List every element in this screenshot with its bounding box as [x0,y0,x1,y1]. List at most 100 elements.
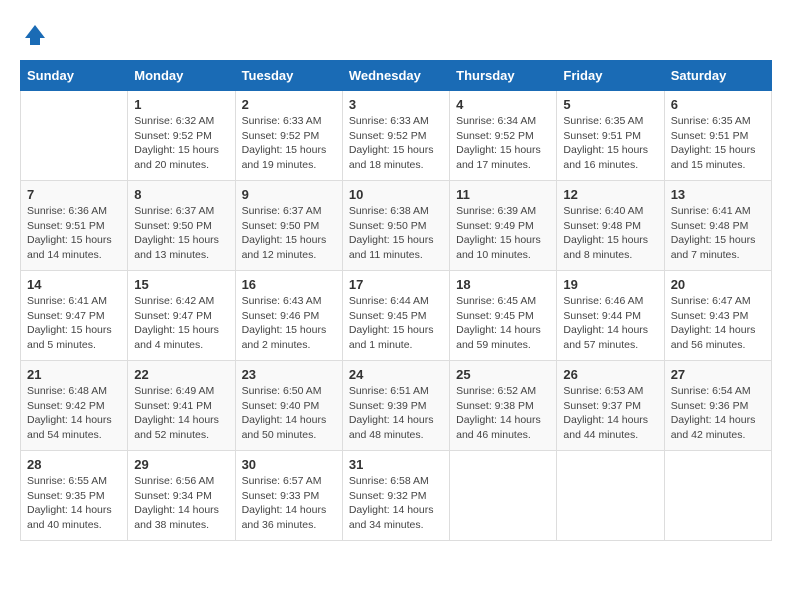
calendar-cell [664,451,771,541]
calendar-cell: 2 Sunrise: 6:33 AM Sunset: 9:52 PM Daylig… [235,91,342,181]
day-number: 9 [242,187,336,202]
day-number: 31 [349,457,443,472]
cell-info: Sunrise: 6:53 AM Sunset: 9:37 PM Dayligh… [563,384,657,443]
cell-info: Sunrise: 6:49 AM Sunset: 9:41 PM Dayligh… [134,384,228,443]
cell-info: Sunrise: 6:34 AM Sunset: 9:52 PM Dayligh… [456,114,550,173]
calendar-cell: 6 Sunrise: 6:35 AM Sunset: 9:51 PM Daylig… [664,91,771,181]
day-number: 15 [134,277,228,292]
cell-info: Sunrise: 6:47 AM Sunset: 9:43 PM Dayligh… [671,294,765,353]
logo-icon [20,20,50,50]
day-number: 14 [27,277,121,292]
cell-info: Sunrise: 6:35 AM Sunset: 9:51 PM Dayligh… [671,114,765,173]
day-header-thursday: Thursday [450,61,557,91]
cell-info: Sunrise: 6:57 AM Sunset: 9:33 PM Dayligh… [242,474,336,533]
calendar-cell: 8 Sunrise: 6:37 AM Sunset: 9:50 PM Daylig… [128,181,235,271]
day-number: 24 [349,367,443,382]
calendar-cell: 13 Sunrise: 6:41 AM Sunset: 9:48 PM Dayli… [664,181,771,271]
cell-info: Sunrise: 6:56 AM Sunset: 9:34 PM Dayligh… [134,474,228,533]
calendar-cell: 5 Sunrise: 6:35 AM Sunset: 9:51 PM Daylig… [557,91,664,181]
day-number: 30 [242,457,336,472]
calendar-cell: 22 Sunrise: 6:49 AM Sunset: 9:41 PM Dayli… [128,361,235,451]
day-number: 3 [349,97,443,112]
cell-info: Sunrise: 6:46 AM Sunset: 9:44 PM Dayligh… [563,294,657,353]
calendar-cell: 26 Sunrise: 6:53 AM Sunset: 9:37 PM Dayli… [557,361,664,451]
day-number: 19 [563,277,657,292]
cell-info: Sunrise: 6:52 AM Sunset: 9:38 PM Dayligh… [456,384,550,443]
day-number: 10 [349,187,443,202]
header [20,20,772,50]
cell-info: Sunrise: 6:58 AM Sunset: 9:32 PM Dayligh… [349,474,443,533]
logo [20,20,54,50]
day-number: 18 [456,277,550,292]
calendar-cell: 21 Sunrise: 6:48 AM Sunset: 9:42 PM Dayli… [21,361,128,451]
week-row-2: 7 Sunrise: 6:36 AM Sunset: 9:51 PM Daylig… [21,181,772,271]
calendar-cell: 31 Sunrise: 6:58 AM Sunset: 9:32 PM Dayli… [342,451,449,541]
day-header-saturday: Saturday [664,61,771,91]
calendar-cell: 29 Sunrise: 6:56 AM Sunset: 9:34 PM Dayli… [128,451,235,541]
day-number: 26 [563,367,657,382]
calendar-cell [557,451,664,541]
cell-info: Sunrise: 6:50 AM Sunset: 9:40 PM Dayligh… [242,384,336,443]
header-row: SundayMondayTuesdayWednesdayThursdayFrid… [21,61,772,91]
day-number: 29 [134,457,228,472]
day-number: 17 [349,277,443,292]
calendar-cell: 24 Sunrise: 6:51 AM Sunset: 9:39 PM Dayli… [342,361,449,451]
week-row-1: 1 Sunrise: 6:32 AM Sunset: 9:52 PM Daylig… [21,91,772,181]
cell-info: Sunrise: 6:55 AM Sunset: 9:35 PM Dayligh… [27,474,121,533]
calendar-cell: 1 Sunrise: 6:32 AM Sunset: 9:52 PM Daylig… [128,91,235,181]
calendar-cell: 17Sunrise: 6:44 AM Sunset: 9:45 PM Dayli… [342,271,449,361]
week-row-4: 21 Sunrise: 6:48 AM Sunset: 9:42 PM Dayli… [21,361,772,451]
calendar-cell: 14 Sunrise: 6:41 AM Sunset: 9:47 PM Dayli… [21,271,128,361]
calendar-cell: 19 Sunrise: 6:46 AM Sunset: 9:44 PM Dayli… [557,271,664,361]
day-number: 1 [134,97,228,112]
cell-info: Sunrise: 6:36 AM Sunset: 9:51 PM Dayligh… [27,204,121,263]
cell-info: Sunrise: 6:43 AM Sunset: 9:46 PM Dayligh… [242,294,336,353]
calendar-cell: 30 Sunrise: 6:57 AM Sunset: 9:33 PM Dayli… [235,451,342,541]
day-header-friday: Friday [557,61,664,91]
cell-info: Sunrise: 6:32 AM Sunset: 9:52 PM Dayligh… [134,114,228,173]
day-header-sunday: Sunday [21,61,128,91]
calendar-cell [21,91,128,181]
cell-info: Sunrise: 6:41 AM Sunset: 9:48 PM Dayligh… [671,204,765,263]
cell-info: Sunrise: 6:33 AM Sunset: 9:52 PM Dayligh… [349,114,443,173]
day-number: 5 [563,97,657,112]
day-number: 23 [242,367,336,382]
calendar-cell: 9Sunrise: 6:37 AM Sunset: 9:50 PM Daylig… [235,181,342,271]
calendar-cell: 27 Sunrise: 6:54 AM Sunset: 9:36 PM Dayli… [664,361,771,451]
week-row-3: 14 Sunrise: 6:41 AM Sunset: 9:47 PM Dayli… [21,271,772,361]
day-number: 8 [134,187,228,202]
calendar-cell: 10 Sunrise: 6:38 AM Sunset: 9:50 PM Dayli… [342,181,449,271]
cell-info: Sunrise: 6:38 AM Sunset: 9:50 PM Dayligh… [349,204,443,263]
day-number: 21 [27,367,121,382]
calendar-cell: 25 Sunrise: 6:52 AM Sunset: 9:38 PM Dayli… [450,361,557,451]
cell-info: Sunrise: 6:35 AM Sunset: 9:51 PM Dayligh… [563,114,657,173]
cell-info: Sunrise: 6:48 AM Sunset: 9:42 PM Dayligh… [27,384,121,443]
cell-info: Sunrise: 6:45 AM Sunset: 9:45 PM Dayligh… [456,294,550,353]
cell-info: Sunrise: 6:54 AM Sunset: 9:36 PM Dayligh… [671,384,765,443]
cell-info: Sunrise: 6:33 AM Sunset: 9:52 PM Dayligh… [242,114,336,173]
calendar-cell: 3 Sunrise: 6:33 AM Sunset: 9:52 PM Daylig… [342,91,449,181]
day-number: 12 [563,187,657,202]
day-number: 13 [671,187,765,202]
calendar-cell [450,451,557,541]
calendar-cell: 11Sunrise: 6:39 AM Sunset: 9:49 PM Dayli… [450,181,557,271]
day-number: 16 [242,277,336,292]
day-number: 7 [27,187,121,202]
day-number: 20 [671,277,765,292]
calendar-cell: 12Sunrise: 6:40 AM Sunset: 9:48 PM Dayli… [557,181,664,271]
cell-info: Sunrise: 6:37 AM Sunset: 9:50 PM Dayligh… [134,204,228,263]
day-number: 27 [671,367,765,382]
day-number: 25 [456,367,550,382]
day-number: 6 [671,97,765,112]
day-number: 2 [242,97,336,112]
week-row-5: 28Sunrise: 6:55 AM Sunset: 9:35 PM Dayli… [21,451,772,541]
day-number: 11 [456,187,550,202]
calendar-table: SundayMondayTuesdayWednesdayThursdayFrid… [20,60,772,541]
cell-info: Sunrise: 6:42 AM Sunset: 9:47 PM Dayligh… [134,294,228,353]
day-number: 22 [134,367,228,382]
calendar-cell: 15 Sunrise: 6:42 AM Sunset: 9:47 PM Dayli… [128,271,235,361]
cell-info: Sunrise: 6:51 AM Sunset: 9:39 PM Dayligh… [349,384,443,443]
day-header-wednesday: Wednesday [342,61,449,91]
calendar-cell: 7 Sunrise: 6:36 AM Sunset: 9:51 PM Daylig… [21,181,128,271]
cell-info: Sunrise: 6:41 AM Sunset: 9:47 PM Dayligh… [27,294,121,353]
